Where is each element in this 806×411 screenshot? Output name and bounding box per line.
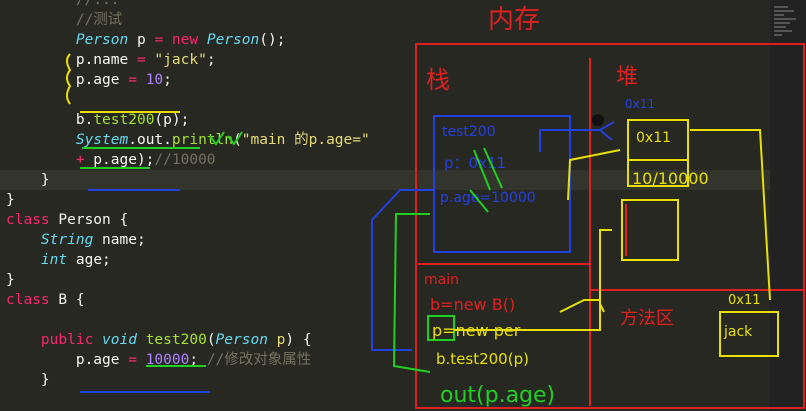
heap-object-age: 10/10000 xyxy=(632,169,709,188)
test200-page: p.age=10000 xyxy=(440,190,536,206)
string-constant-value: jack xyxy=(723,324,753,340)
cursor-dot xyxy=(592,114,604,126)
test200-frame-label: test200 xyxy=(442,124,496,140)
heap-object-address: 0x11 xyxy=(636,130,671,146)
stack-label: 栈 xyxy=(426,66,450,94)
string-constant-address: 0x11 xyxy=(728,293,761,308)
memory-title: 内存 xyxy=(488,5,540,35)
heap-label: 堆 xyxy=(616,65,638,90)
main-call-line: b.test200(p) xyxy=(436,350,529,368)
heap-object-name-slot xyxy=(621,199,679,261)
out-text: out(p.age) xyxy=(440,383,555,408)
main-b-line: b=new B() xyxy=(430,295,515,314)
main-frame-label: main xyxy=(424,272,459,288)
handwritten-annotations: 内存 栈 堆 0x11 方法区 0x11 10/10000 0x11 jack … xyxy=(66,5,805,409)
method-area-label: 方法区 xyxy=(620,308,674,329)
test200-p-value: p：0x11 xyxy=(444,154,506,172)
heap-address: 0x11 xyxy=(625,97,655,111)
